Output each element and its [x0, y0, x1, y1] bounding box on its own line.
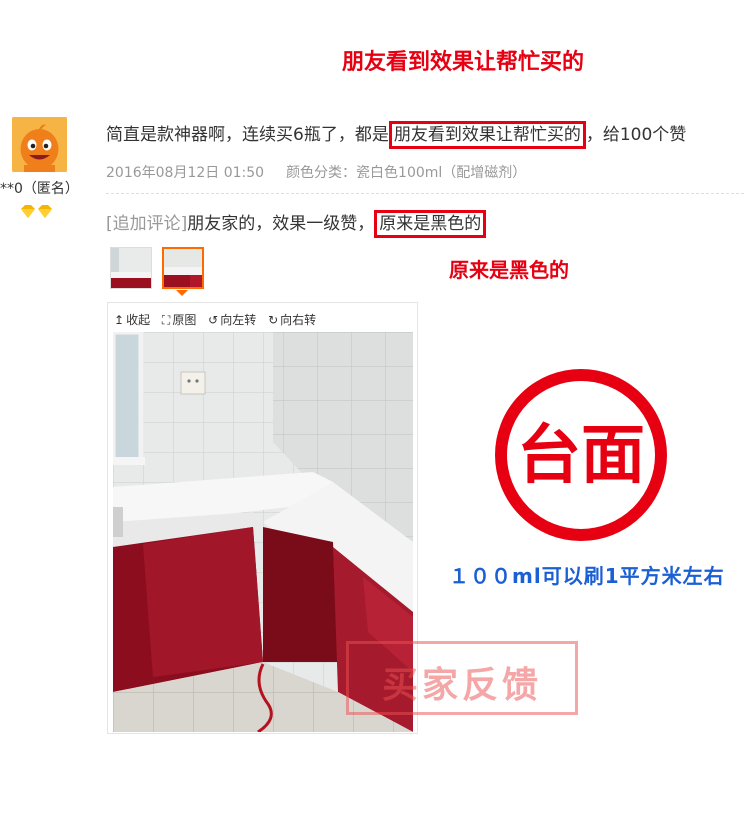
original-size-label: 原图 — [172, 313, 197, 327]
original-size-button[interactable]: ⛶ 原图 — [162, 311, 196, 328]
diamond-icon — [21, 205, 52, 218]
divider — [106, 193, 744, 194]
mascot-icon — [12, 117, 67, 172]
coverage-note: １００ml可以刷1平方米左右 — [449, 564, 725, 588]
buyer-feedback-watermark: 买家反馈 — [346, 641, 578, 715]
collapse-label: 收起 — [126, 313, 151, 327]
top-caption: 朋友看到效果让帮忙买的 — [342, 50, 585, 75]
append-review: [追加评论]朋友家的，效果一级赞， 原来是黑色的 — [106, 209, 487, 238]
thumb-indicator — [176, 290, 188, 296]
review-text-after: ，给100个赞 — [585, 125, 687, 145]
viewer-toolbar: ↥ 收起 ⛶ 原图 ↺ 向左转 ↻ 向右转 — [114, 311, 324, 328]
review-sku: 颜色分类：瓷白色100ml（配增磁剂） — [286, 165, 527, 181]
collapse-button[interactable]: ↥ 收起 — [114, 311, 150, 328]
photo-thumbnail-active[interactable] — [162, 247, 204, 289]
rotate-right-label: 向右转 — [280, 313, 317, 327]
rotate-left-label: 向左转 — [220, 313, 257, 327]
kitchen-thumb-image — [111, 248, 151, 288]
fullsize-icon: ⛶ — [161, 313, 171, 327]
watermark-text: 买家反馈 — [381, 665, 542, 706]
append-text: 朋友家的，效果一级赞， — [187, 214, 375, 234]
review-datetime: 2016年08月12日 01:50 — [106, 165, 265, 181]
append-highlight: 原来是黑色的 — [374, 210, 487, 238]
avatar[interactable] — [12, 117, 67, 172]
kitchen-thumb-image — [164, 249, 202, 287]
review-meta: 2016年08月12日 01:50 颜色分类：瓷白色100ml（配增磁剂） — [106, 162, 526, 182]
diamond-level — [20, 204, 54, 218]
username[interactable]: **0（匿名） — [0, 178, 79, 198]
rotate-right-icon: ↻ — [268, 313, 279, 327]
mid-caption: 原来是黑色的 — [449, 258, 569, 282]
photo-thumbnail[interactable] — [110, 247, 152, 289]
review-text: 简直是款神器啊，连续买6瓶了，都是 朋友看到效果让帮忙买的 ，给100个赞 — [106, 120, 687, 149]
rotate-left-button[interactable]: ↺ 向左转 — [208, 311, 256, 328]
collapse-icon: ↥ — [114, 313, 125, 327]
append-tag: [追加评论] — [106, 214, 188, 234]
review-text-before: 简直是款神器啊，连续买6瓶了，都是 — [106, 125, 389, 145]
countertop-stamp: 台面 — [492, 366, 670, 544]
rotate-left-icon: ↺ — [208, 313, 219, 327]
review-highlight: 朋友看到效果让帮忙买的 — [388, 121, 586, 149]
stamp-text: 台面 — [517, 419, 645, 493]
rotate-right-button[interactable]: ↻ 向右转 — [268, 311, 316, 328]
